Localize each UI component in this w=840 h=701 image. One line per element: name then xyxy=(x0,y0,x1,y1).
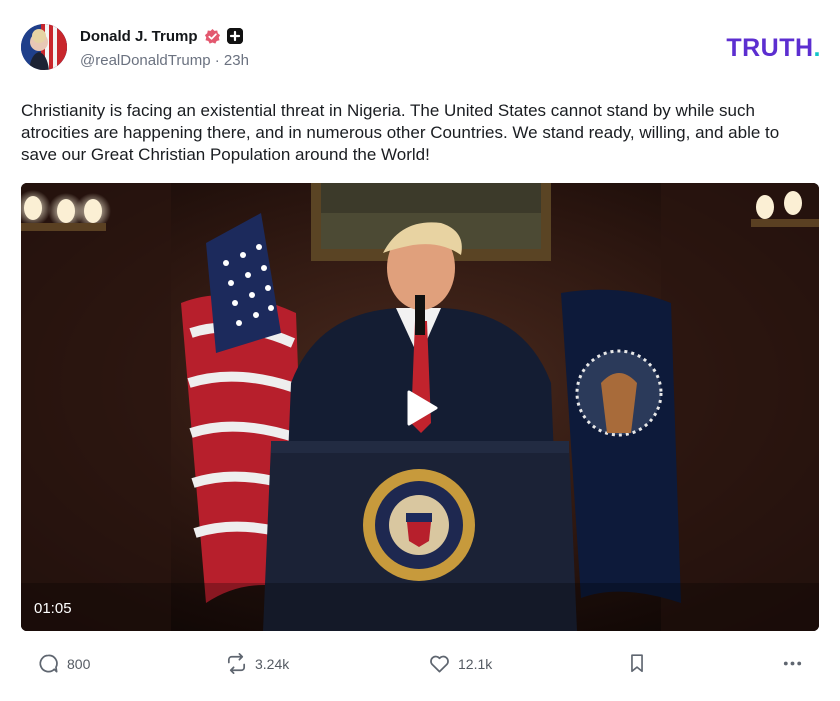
play-button[interactable] xyxy=(401,388,441,428)
action-bar: 800 3.24k 12.1k xyxy=(21,646,821,686)
bookmark-icon xyxy=(631,654,643,673)
more-button[interactable] xyxy=(781,652,804,675)
handle-row: @realDonaldTrump · 23h xyxy=(80,52,249,69)
avatar[interactable] xyxy=(21,24,67,70)
reply-icon xyxy=(39,654,58,673)
retruth-icon xyxy=(227,653,246,674)
plus-icon xyxy=(226,28,243,44)
timestamp[interactable]: 23h xyxy=(224,52,249,69)
bookmark-button[interactable] xyxy=(626,652,648,674)
video-duration: 01:05 xyxy=(34,600,72,617)
truth-logo-text: TRUTH xyxy=(726,34,814,62)
post-text: Christianity is facing an existential th… xyxy=(21,101,780,164)
retruth-button[interactable]: 3.24k xyxy=(225,652,289,675)
truth-logo-dot: . xyxy=(813,34,821,62)
separator: · xyxy=(214,52,224,69)
display-name[interactable]: Donald J. Trump xyxy=(80,28,198,45)
like-button[interactable]: 12.1k xyxy=(428,652,492,675)
more-icon xyxy=(783,661,802,666)
verified-icon xyxy=(204,28,221,45)
reply-count: 800 xyxy=(67,655,91,672)
truth-logo: TRUTH. xyxy=(726,34,821,63)
video-player[interactable]: 01:05 xyxy=(21,183,819,631)
like-icon xyxy=(430,655,449,673)
post-header: Donald J. Trump @realDonaldTrump · 23h xyxy=(21,24,821,74)
like-count: 12.1k xyxy=(458,655,493,672)
reply-button[interactable]: 800 xyxy=(37,652,90,675)
handle[interactable]: @realDonaldTrump xyxy=(80,52,211,69)
name-row: Donald J. Trump xyxy=(80,26,243,46)
retruth-count: 3.24k xyxy=(255,655,290,672)
play-icon xyxy=(407,390,438,426)
